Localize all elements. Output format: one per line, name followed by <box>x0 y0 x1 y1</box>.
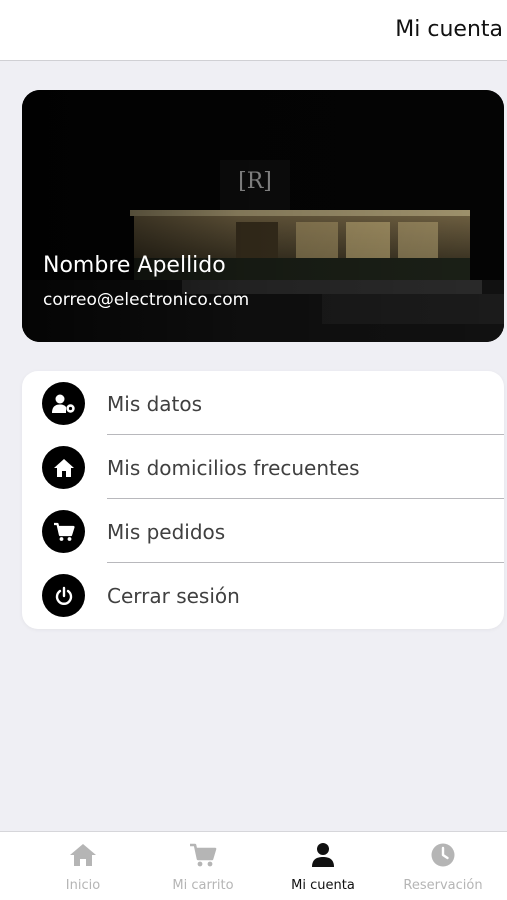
bottom-tab-bar: Inicio Mi carrito Mi cuenta Reservación <box>0 831 507 900</box>
tab-mi-carrito[interactable]: Mi carrito <box>140 832 266 900</box>
menu-item-label: Mis pedidos <box>107 520 226 544</box>
user-gear-icon <box>42 382 85 425</box>
top-nav-bar: Mi cuenta <box>0 0 507 61</box>
menu-item-label: Mis datos <box>107 392 203 416</box>
profile-email: correo@electronico.com <box>43 290 250 310</box>
menu-item-mis-domicilios[interactable]: Mis domicilios frecuentes <box>22 435 504 499</box>
menu-item-label: Mis domicilios frecuentes <box>107 456 360 480</box>
tab-reservacion[interactable]: Reservación <box>380 832 506 900</box>
cart-icon <box>42 510 85 553</box>
home-icon <box>42 446 85 489</box>
user-icon <box>312 843 334 867</box>
menu-item-mis-pedidos[interactable]: Mis pedidos <box>22 499 504 563</box>
clock-icon <box>431 843 455 867</box>
tab-label: Inicio <box>65 878 101 893</box>
profile-header-card: [R] Nombre Apellido correo@electronico.c… <box>22 90 504 342</box>
menu-item-mis-datos[interactable]: Mis datos <box>22 371 504 435</box>
tab-label: Mi cuenta <box>291 878 355 893</box>
tab-inicio[interactable]: Inicio <box>20 832 146 900</box>
tab-label: Reservación <box>403 878 483 893</box>
menu-item-label: Cerrar sesión <box>107 584 240 608</box>
tab-label: Mi carrito <box>172 878 234 893</box>
profile-name: Nombre Apellido <box>43 253 226 278</box>
page-title: Mi cuenta <box>395 17 503 42</box>
tab-mi-cuenta[interactable]: Mi cuenta <box>260 832 386 900</box>
home-icon <box>70 844 96 866</box>
menu-item-cerrar-sesion[interactable]: Cerrar sesión <box>22 563 504 627</box>
cart-icon <box>190 843 217 867</box>
account-menu: Mis datos Mis domicilios frecuentes Mis … <box>22 371 504 629</box>
power-icon <box>42 574 85 617</box>
